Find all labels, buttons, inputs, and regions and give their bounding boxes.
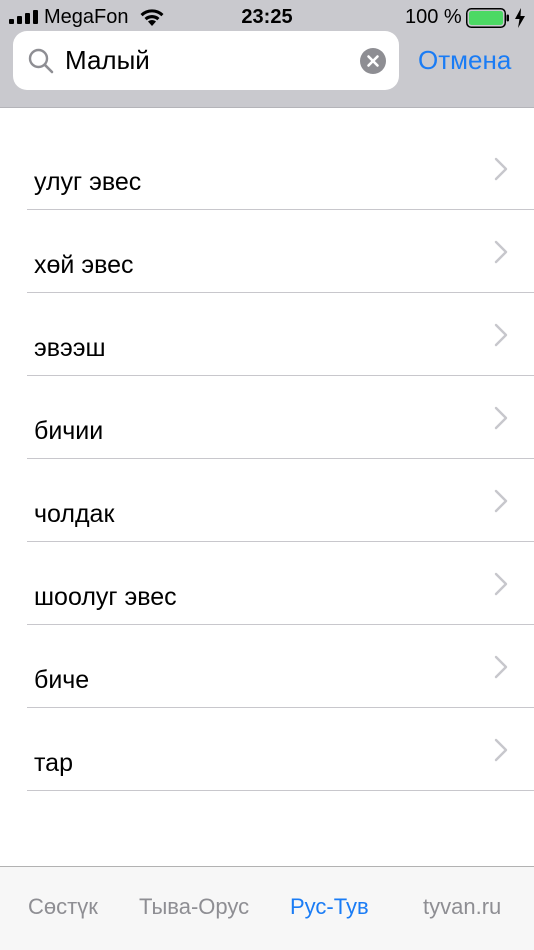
status-bar: MegaFon 23:25 100 % bbox=[0, 0, 534, 34]
chevron-right-icon bbox=[494, 489, 508, 513]
list-item-label: эвээш bbox=[34, 334, 106, 362]
battery-icon bbox=[466, 8, 509, 28]
header: MegaFon 23:25 100 % Малый Отмена bbox=[0, 0, 534, 108]
list-item[interactable]: хөй эвес bbox=[0, 210, 534, 293]
charging-bolt-icon bbox=[515, 8, 525, 28]
chevron-right-icon bbox=[494, 323, 508, 347]
list-item-label: чолдак bbox=[34, 500, 115, 528]
cancel-button[interactable]: Отмена bbox=[418, 44, 511, 76]
chevron-right-icon bbox=[494, 655, 508, 679]
tab-3[interactable]: tyvan.ru bbox=[423, 894, 501, 920]
search-field[interactable]: Малый bbox=[13, 31, 399, 90]
chevron-right-icon bbox=[494, 157, 508, 181]
list-item-label: бичии bbox=[34, 417, 104, 445]
tab-2[interactable]: Рус-Тув bbox=[290, 894, 369, 920]
chevron-right-icon bbox=[494, 406, 508, 430]
list-item-label: хөй эвес bbox=[34, 251, 134, 279]
battery-percent: 100 % bbox=[405, 6, 462, 28]
chevron-right-icon bbox=[494, 240, 508, 264]
list-item-label: улуг эвес bbox=[34, 168, 142, 196]
list-item[interactable]: тар bbox=[0, 708, 534, 791]
list-item-label: шоолуг эвес bbox=[34, 583, 177, 611]
list-item[interactable]: эвээш bbox=[0, 293, 534, 376]
results-list: улуг эвес хөй эвес эвээш бичии чолдак шоолуг … bbox=[0, 127, 534, 791]
screen: MegaFon 23:25 100 % Малый Отмена улуг эв… bbox=[0, 0, 534, 950]
list-item[interactable]: чолдак bbox=[0, 459, 534, 542]
chevron-right-icon bbox=[494, 738, 508, 762]
list-item-label: биче bbox=[34, 666, 90, 694]
list-item[interactable]: шоолуг эвес bbox=[0, 542, 534, 625]
tab-0[interactable]: Сөстүк bbox=[28, 894, 98, 920]
list-item[interactable]: улуг эвес bbox=[0, 127, 534, 210]
row-separator bbox=[27, 790, 534, 791]
clear-icon[interactable] bbox=[360, 48, 386, 74]
tab-1[interactable]: Тыва-Орус bbox=[139, 894, 249, 920]
chevron-right-icon bbox=[494, 572, 508, 596]
list-item-label: тар bbox=[34, 749, 73, 777]
magnifier-icon bbox=[28, 48, 54, 74]
tab-bar: Сөстүк Тыва-Орус Рус-Тув tyvan.ru bbox=[0, 866, 534, 950]
search-input-value[interactable]: Малый bbox=[65, 44, 150, 76]
list-item[interactable]: бичии bbox=[0, 376, 534, 459]
list-item[interactable]: биче bbox=[0, 625, 534, 708]
